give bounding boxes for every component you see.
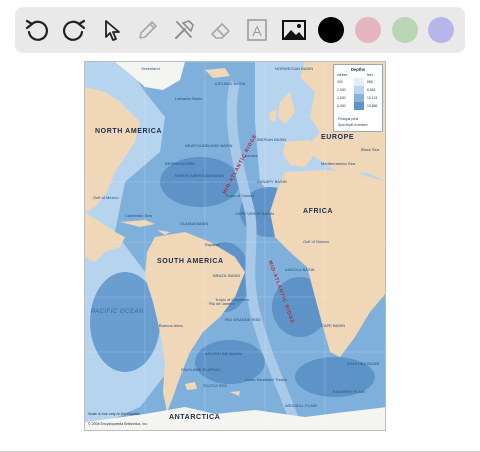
legend-ports-note: Principal ports (338, 117, 359, 121)
undo-icon (25, 19, 48, 41)
gulf-mexico-label: Gulf of Mexico (93, 195, 119, 200)
europe-label: EUROPE (321, 134, 355, 141)
scale-note: Scale is true only on the Equator (88, 412, 140, 416)
image-button[interactable] (277, 13, 311, 47)
text-icon: A (247, 19, 267, 41)
text-tool-glyph: A (252, 23, 262, 39)
legend-feet-1: 656 (367, 80, 373, 84)
antarctica-label: ANTARCTICA (169, 414, 221, 421)
africa-label: AFRICA (303, 208, 334, 215)
equator-label: Equator (205, 242, 220, 247)
brazil-basin-label: BRAZIL BASIN (213, 273, 240, 278)
legend-feet-2: 6,562 (367, 88, 376, 92)
legend-band-4 (354, 102, 364, 110)
text-button[interactable]: A (240, 13, 274, 47)
legend-feet-4: 19,686 (367, 104, 378, 108)
color-lavender-swatch[interactable] (428, 17, 454, 43)
legend-metres-1: 200 (337, 80, 343, 84)
angola-basin-label: ANGOLA BASIN (285, 267, 315, 272)
legend-metres-header: metres (337, 73, 348, 77)
color-black-swatch[interactable] (318, 17, 344, 43)
newfoundland-basin-label: NEWFOUNDLAND BASIN (185, 143, 233, 148)
pencil-button[interactable] (131, 13, 165, 47)
mediterranean-label: Mediterranean Sea (321, 161, 356, 166)
undo-button[interactable] (20, 13, 54, 47)
cape-basin-label: CAPE BASIN (321, 323, 346, 328)
depth-legend: Depths metres feet 200 2,000 4,000 6,000… (333, 64, 383, 132)
color-pink-swatch[interactable] (355, 17, 381, 43)
pointer-button[interactable] (95, 13, 129, 47)
redo-button[interactable] (57, 13, 91, 47)
labrador-basin-label: Labrador Basin (175, 96, 203, 101)
image-icon (282, 20, 306, 40)
tools-button[interactable] (167, 13, 201, 47)
toolbar: A (15, 7, 465, 53)
agulhas-basin-label: AGULHAS BASIN (347, 361, 380, 366)
legend-feet-3: 13,124 (367, 96, 378, 100)
copyright-note: © 2008 Encyclopædia Britannica, Inc. (88, 422, 148, 426)
enderby-plain-label: ENDERBY PLAIN (333, 389, 365, 394)
tools-icon (175, 20, 194, 39)
legend-metres-3: 4,000 (337, 96, 346, 100)
rio-label: Rio de Janeiro (209, 301, 235, 306)
south-sandwich-label: South Sandwich Trench (245, 377, 288, 382)
bermuda-rise-label: BERMUDA RISE (165, 161, 196, 166)
rio-grande-rise-label: RIO GRANDE RISE (225, 317, 261, 322)
cape-verde-basin-label: CAPE VERDE BASIN (235, 211, 274, 216)
color-green-swatch[interactable] (392, 17, 418, 43)
greenland-label: Greenland (141, 66, 160, 71)
legend-feet-header: feet (367, 73, 373, 77)
eraser-icon (211, 23, 230, 39)
eraser-button[interactable] (204, 13, 238, 47)
legend-depth-note: Spot depth in metres (338, 123, 368, 127)
pointer-icon (105, 20, 120, 41)
canary-basin-label: CANARY BASIN (257, 179, 287, 184)
black-sea-label: Black Sea (361, 147, 380, 152)
legend-metres-2: 2,000 (337, 88, 346, 92)
pencil-icon (139, 21, 157, 39)
legend-band-1 (354, 78, 364, 86)
tropic-cancer-label: Tropic of Cancer (225, 193, 255, 198)
atlantic-ocean-map: NORTH AMERICA EUROPE AFRICA SOUTH AMERIC… (84, 61, 386, 431)
legend-band-3 (354, 94, 364, 102)
scotia-sea-label: SCOTIA SEA (203, 383, 227, 388)
buenos-aires-label: Buenos Aires (159, 323, 183, 328)
redo-icon (63, 19, 86, 41)
north-america-label: NORTH AMERICA (95, 128, 163, 135)
legend-metres-4: 6,000 (337, 104, 346, 108)
caribbean-sea-label: Caribbean Sea (125, 213, 152, 218)
azores-label: Azores (245, 153, 258, 158)
legend-title: Depths (350, 67, 366, 72)
iceland-basin-label: ICELAND BASIN (215, 81, 246, 86)
falkland-plateau-label: FALKLAND PLATEAU (181, 367, 221, 372)
pacific-ocean-label: PACIFIC OCEAN (91, 309, 144, 315)
north-american-basin-label: NORTH AMERICAN BASIN (175, 173, 225, 178)
weddell-plain-label: WEDDELL PLAIN (285, 403, 317, 408)
norwegian-basin-label: NORWEGIAN BASIN (275, 66, 314, 71)
legend-band-2 (354, 86, 364, 94)
south-america-label: SOUTH AMERICA (157, 258, 224, 265)
iberian-basin-label: IBERIAN BASIN (257, 137, 287, 142)
gulf-guinea-label: Gulf of Guinea (303, 239, 329, 244)
argentine-basin-label: ARGENTINE BASIN (205, 351, 242, 356)
guiana-basin-label: GUIANA BASIN (180, 221, 209, 226)
